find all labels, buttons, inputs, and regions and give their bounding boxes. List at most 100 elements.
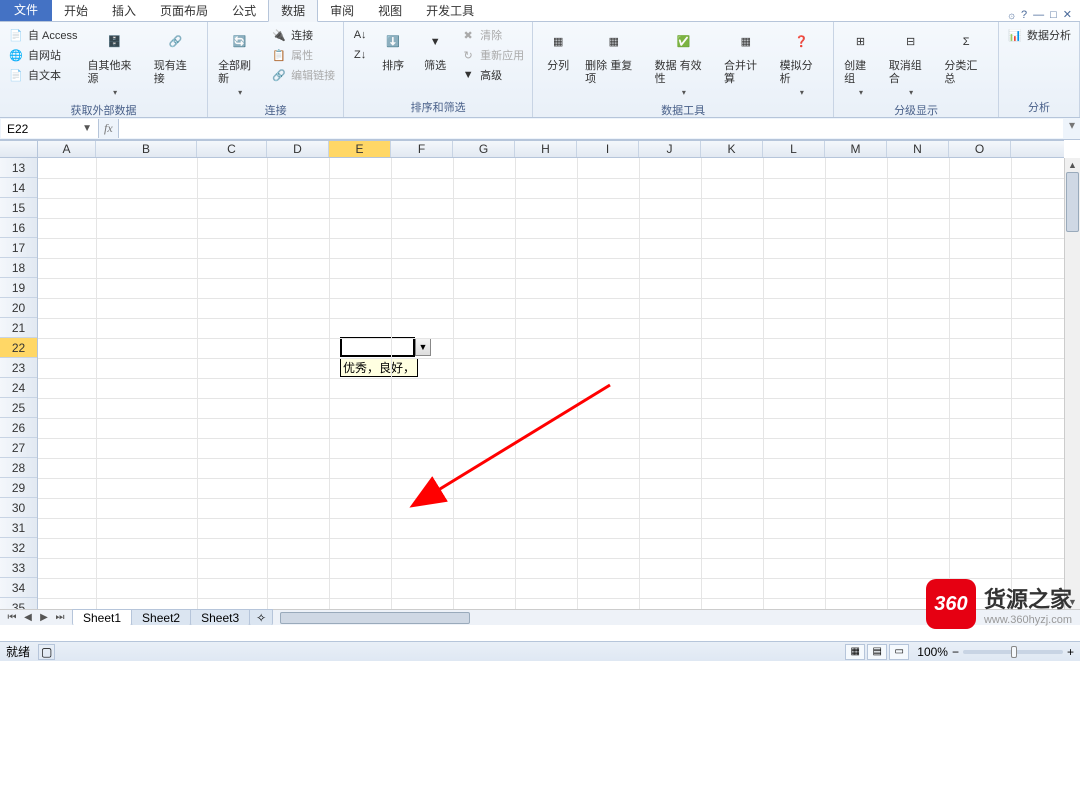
row-header-21[interactable]: 21 xyxy=(0,318,37,338)
cell-dropdown-button[interactable]: ▼ xyxy=(415,338,431,356)
active-cell[interactable] xyxy=(340,337,415,357)
text-to-columns-button[interactable]: ▦分列 xyxy=(539,26,577,75)
advanced-button[interactable]: ▼高级 xyxy=(458,66,526,84)
row-header-19[interactable]: 19 xyxy=(0,278,37,298)
column-header-N[interactable]: N xyxy=(887,141,949,157)
sort-za-button[interactable]: Z↓ xyxy=(350,46,370,64)
zoom-knob[interactable] xyxy=(1011,646,1017,658)
row-header-28[interactable]: 28 xyxy=(0,458,37,478)
existing-conn-button[interactable]: 🔗现有连接 xyxy=(150,26,201,88)
tab-view[interactable]: 视图 xyxy=(366,0,414,21)
row-header-29[interactable]: 29 xyxy=(0,478,37,498)
filter-button[interactable]: ▼筛选 xyxy=(416,26,454,75)
zoom-slider[interactable] xyxy=(963,650,1063,654)
tab-formula[interactable]: 公式 xyxy=(220,0,268,21)
consolidate-button[interactable]: ▦合并计算 xyxy=(720,26,772,88)
prev-sheet-icon[interactable]: ◀ xyxy=(20,612,36,623)
tab-layout[interactable]: 页面布局 xyxy=(148,0,220,21)
row-header-31[interactable]: 31 xyxy=(0,518,37,538)
clear-button[interactable]: ✖清除 xyxy=(458,26,526,44)
tab-home[interactable]: 开始 xyxy=(52,0,100,21)
new-sheet-button[interactable]: ✧ xyxy=(249,609,273,625)
select-all-corner[interactable] xyxy=(0,140,38,158)
tab-review[interactable]: 审阅 xyxy=(318,0,366,21)
row-headers[interactable]: 1314151617181920212223242526272829303132… xyxy=(0,158,38,609)
next-sheet-icon[interactable]: ▶ xyxy=(36,612,52,623)
column-header-B[interactable]: B xyxy=(96,141,197,157)
scroll-up-icon[interactable]: ▲ xyxy=(1065,158,1080,172)
row-header-23[interactable]: 23 xyxy=(0,358,37,378)
data-validation-button[interactable]: ✅数据 有效性 xyxy=(651,26,716,100)
zoom-in-button[interactable]: + xyxy=(1067,645,1074,659)
column-header-K[interactable]: K xyxy=(701,141,763,157)
edit-links-button[interactable]: 🔗编辑链接 xyxy=(269,66,337,84)
row-header-18[interactable]: 18 xyxy=(0,258,37,278)
reapply-button[interactable]: ↻重新应用 xyxy=(458,46,526,64)
sheet-tab-3[interactable]: Sheet3 xyxy=(190,609,250,625)
connections-button[interactable]: 🔌连接 xyxy=(269,26,337,44)
tab-dev[interactable]: 开发工具 xyxy=(414,0,486,21)
expand-formula-icon[interactable]: ▾ xyxy=(1064,118,1080,139)
macro-record-icon[interactable]: ▢ xyxy=(38,644,55,660)
row-header-34[interactable]: 34 xyxy=(0,578,37,598)
column-header-M[interactable]: M xyxy=(825,141,887,157)
sheet-tab-1[interactable]: Sheet1 xyxy=(72,609,132,625)
vertical-scrollbar[interactable]: ▲ ▼ xyxy=(1064,158,1080,609)
subtotal-button[interactable]: Σ分类汇总 xyxy=(940,26,992,88)
close-icon[interactable]: ✕ xyxy=(1063,8,1072,21)
column-header-J[interactable]: J xyxy=(639,141,701,157)
page-layout-button[interactable]: ▤ xyxy=(867,644,887,660)
row-header-14[interactable]: 14 xyxy=(0,178,37,198)
from-text-button[interactable]: 📄自文本 xyxy=(6,66,80,84)
from-other-button[interactable]: 🗄️自其他来源 xyxy=(84,26,146,100)
properties-button[interactable]: 📋属性 xyxy=(269,46,337,64)
tab-insert[interactable]: 插入 xyxy=(100,0,148,21)
column-header-C[interactable]: C xyxy=(197,141,267,157)
fx-icon[interactable]: fx xyxy=(104,121,113,136)
maximize-icon[interactable]: □ xyxy=(1050,9,1057,21)
row-header-25[interactable]: 25 xyxy=(0,398,37,418)
data-analysis-button[interactable]: 📊数据分析 xyxy=(1005,26,1073,44)
column-header-G[interactable]: G xyxy=(453,141,515,157)
sheet-tab-2[interactable]: Sheet2 xyxy=(131,609,191,625)
row-header-30[interactable]: 30 xyxy=(0,498,37,518)
column-header-A[interactable]: A xyxy=(38,141,96,157)
row-header-33[interactable]: 33 xyxy=(0,558,37,578)
tab-file[interactable]: 文件 xyxy=(0,0,52,21)
row-header-26[interactable]: 26 xyxy=(0,418,37,438)
column-header-E[interactable]: E xyxy=(329,141,391,157)
tab-data[interactable]: 数据 xyxy=(268,0,318,22)
first-sheet-icon[interactable]: ⏮ xyxy=(4,612,20,623)
last-sheet-icon[interactable]: ⏭ xyxy=(52,612,68,623)
ungroup-button[interactable]: ⊟取消组合 xyxy=(885,26,937,100)
row-header-32[interactable]: 32 xyxy=(0,538,37,558)
cells-area[interactable]: ▼ 优秀，良好， xyxy=(38,158,1064,609)
refresh-all-button[interactable]: 🔄全部刷新 xyxy=(214,26,265,100)
row-header-17[interactable]: 17 xyxy=(0,238,37,258)
question-icon[interactable]: ? xyxy=(1021,9,1027,21)
column-header-I[interactable]: I xyxy=(577,141,639,157)
help-icon[interactable]: ۞ xyxy=(1009,8,1015,21)
column-header-D[interactable]: D xyxy=(267,141,329,157)
row-header-13[interactable]: 13 xyxy=(0,158,37,178)
whatif-button[interactable]: ❓模拟分析 xyxy=(776,26,828,100)
row-header-27[interactable]: 27 xyxy=(0,438,37,458)
column-headers[interactable]: ABCDEFGHIJKLMNO xyxy=(38,140,1064,158)
column-header-F[interactable]: F xyxy=(391,141,453,157)
normal-view-button[interactable]: ▦ xyxy=(845,644,865,660)
remove-dup-button[interactable]: ▦删除 重复项 xyxy=(581,26,646,88)
from-web-button[interactable]: 🌐自网站 xyxy=(6,46,80,64)
formula-input[interactable] xyxy=(118,119,1063,138)
row-header-24[interactable]: 24 xyxy=(0,378,37,398)
minimize-icon[interactable]: — xyxy=(1033,9,1044,21)
sort-button[interactable]: ⬇️排序 xyxy=(374,26,412,75)
scroll-thumb[interactable] xyxy=(1066,172,1079,232)
group-button[interactable]: ⊞创建组 xyxy=(840,26,881,100)
column-header-L[interactable]: L xyxy=(763,141,825,157)
row-header-15[interactable]: 15 xyxy=(0,198,37,218)
zoom-level[interactable]: 100% xyxy=(917,645,948,659)
row-header-20[interactable]: 20 xyxy=(0,298,37,318)
row-header-16[interactable]: 16 xyxy=(0,218,37,238)
zoom-out-button[interactable]: − xyxy=(952,645,959,659)
sort-az-button[interactable]: A↓ xyxy=(350,26,370,44)
